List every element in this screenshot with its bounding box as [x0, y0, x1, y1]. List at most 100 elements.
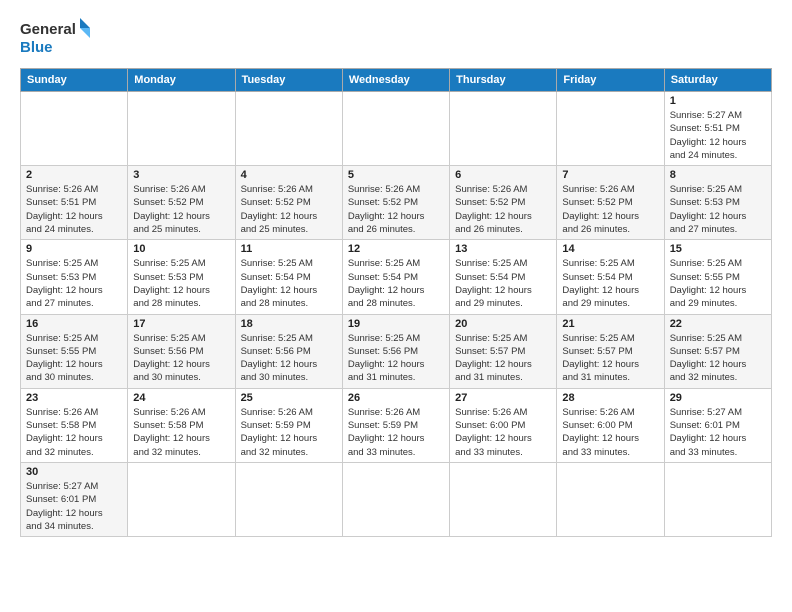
- calendar-cell: 28 Sunrise: 5:26 AM Sunset: 6:00 PM Dayli…: [557, 388, 664, 462]
- day-number: 14: [562, 243, 658, 255]
- day-number: 27: [455, 392, 551, 404]
- logo: General Blue: [20, 18, 90, 58]
- day-number: 11: [241, 243, 337, 255]
- calendar-cell: [557, 92, 664, 166]
- calendar-cell: [128, 92, 235, 166]
- day-info: Sunrise: 5:26 AM Sunset: 5:52 PM Dayligh…: [241, 183, 337, 236]
- day-info: Sunrise: 5:25 AM Sunset: 5:56 PM Dayligh…: [241, 332, 337, 385]
- calendar-cell: [450, 462, 557, 536]
- day-number: 25: [241, 392, 337, 404]
- day-info: Sunrise: 5:26 AM Sunset: 5:52 PM Dayligh…: [348, 183, 444, 236]
- day-info: Sunrise: 5:27 AM Sunset: 6:01 PM Dayligh…: [670, 406, 766, 459]
- day-number: 3: [133, 169, 229, 181]
- logo-icon: General Blue: [20, 18, 90, 58]
- day-number: 17: [133, 318, 229, 330]
- weekday-header-row: SundayMondayTuesdayWednesdayThursdayFrid…: [21, 69, 772, 92]
- calendar-cell: 15 Sunrise: 5:25 AM Sunset: 5:55 PM Dayli…: [664, 240, 771, 314]
- day-info: Sunrise: 5:25 AM Sunset: 5:53 PM Dayligh…: [133, 257, 229, 310]
- calendar-cell: 6 Sunrise: 5:26 AM Sunset: 5:52 PM Daylig…: [450, 166, 557, 240]
- day-info: Sunrise: 5:25 AM Sunset: 5:56 PM Dayligh…: [133, 332, 229, 385]
- day-number: 5: [348, 169, 444, 181]
- day-number: 22: [670, 318, 766, 330]
- day-number: 21: [562, 318, 658, 330]
- day-number: 1: [670, 95, 766, 107]
- calendar-cell: 20Sunrise: 5:25 AM Sunset: 5:57 PM Dayli…: [450, 314, 557, 388]
- weekday-monday: Monday: [128, 69, 235, 92]
- day-info: Sunrise: 5:26 AM Sunset: 5:52 PM Dayligh…: [562, 183, 658, 236]
- day-number: 28: [562, 392, 658, 404]
- day-info: Sunrise: 5:25 AM Sunset: 5:54 PM Dayligh…: [241, 257, 337, 310]
- calendar-cell: 1 Sunrise: 5:27 AM Sunset: 5:51 PM Daylig…: [664, 92, 771, 166]
- calendar-cell: [342, 462, 449, 536]
- day-number: 18: [241, 318, 337, 330]
- day-info: Sunrise: 5:25 AM Sunset: 5:55 PM Dayligh…: [670, 257, 766, 310]
- calendar-cell: 17 Sunrise: 5:25 AM Sunset: 5:56 PM Dayli…: [128, 314, 235, 388]
- day-info: Sunrise: 5:25 AM Sunset: 5:54 PM Dayligh…: [348, 257, 444, 310]
- day-number: 13: [455, 243, 551, 255]
- week-row: 16Sunrise: 5:25 AM Sunset: 5:55 PM Dayli…: [21, 314, 772, 388]
- day-info: Sunrise: 5:25 AM Sunset: 5:54 PM Dayligh…: [455, 257, 551, 310]
- weekday-saturday: Saturday: [664, 69, 771, 92]
- weekday-friday: Friday: [557, 69, 664, 92]
- header: General Blue: [20, 18, 772, 58]
- svg-text:Blue: Blue: [20, 39, 53, 56]
- day-number: 7: [562, 169, 658, 181]
- day-info: Sunrise: 5:25 AM Sunset: 5:53 PM Dayligh…: [670, 183, 766, 236]
- weekday-thursday: Thursday: [450, 69, 557, 92]
- calendar-cell: 8 Sunrise: 5:25 AM Sunset: 5:53 PM Daylig…: [664, 166, 771, 240]
- day-number: 15: [670, 243, 766, 255]
- calendar-cell: 27 Sunrise: 5:26 AM Sunset: 6:00 PM Dayli…: [450, 388, 557, 462]
- weekday-tuesday: Tuesday: [235, 69, 342, 92]
- day-info: Sunrise: 5:26 AM Sunset: 5:59 PM Dayligh…: [241, 406, 337, 459]
- svg-text:General: General: [20, 21, 76, 38]
- day-number: 8: [670, 169, 766, 181]
- calendar-cell: 26Sunrise: 5:26 AM Sunset: 5:59 PM Dayli…: [342, 388, 449, 462]
- calendar-cell: 14Sunrise: 5:25 AM Sunset: 5:54 PM Dayli…: [557, 240, 664, 314]
- calendar-cell: [128, 462, 235, 536]
- day-info: Sunrise: 5:27 AM Sunset: 6:01 PM Dayligh…: [26, 480, 122, 533]
- day-number: 29: [670, 392, 766, 404]
- day-number: 4: [241, 169, 337, 181]
- day-info: Sunrise: 5:26 AM Sunset: 5:58 PM Dayligh…: [26, 406, 122, 459]
- calendar-cell: 11 Sunrise: 5:25 AM Sunset: 5:54 PM Dayli…: [235, 240, 342, 314]
- calendar-cell: [557, 462, 664, 536]
- day-info: Sunrise: 5:25 AM Sunset: 5:55 PM Dayligh…: [26, 332, 122, 385]
- calendar-cell: 22 Sunrise: 5:25 AM Sunset: 5:57 PM Dayli…: [664, 314, 771, 388]
- day-number: 2: [26, 169, 122, 181]
- day-number: 23: [26, 392, 122, 404]
- week-row: 1 Sunrise: 5:27 AM Sunset: 5:51 PM Daylig…: [21, 92, 772, 166]
- calendar-cell: 25 Sunrise: 5:26 AM Sunset: 5:59 PM Dayli…: [235, 388, 342, 462]
- calendar-cell: [235, 92, 342, 166]
- day-info: Sunrise: 5:26 AM Sunset: 5:59 PM Dayligh…: [348, 406, 444, 459]
- calendar-cell: 3 Sunrise: 5:26 AM Sunset: 5:52 PM Daylig…: [128, 166, 235, 240]
- day-info: Sunrise: 5:26 AM Sunset: 5:51 PM Dayligh…: [26, 183, 122, 236]
- day-info: Sunrise: 5:25 AM Sunset: 5:56 PM Dayligh…: [348, 332, 444, 385]
- calendar-cell: [342, 92, 449, 166]
- day-info: Sunrise: 5:25 AM Sunset: 5:57 PM Dayligh…: [562, 332, 658, 385]
- day-info: Sunrise: 5:26 AM Sunset: 6:00 PM Dayligh…: [562, 406, 658, 459]
- calendar-cell: 19 Sunrise: 5:25 AM Sunset: 5:56 PM Dayli…: [342, 314, 449, 388]
- calendar-cell: 9 Sunrise: 5:25 AM Sunset: 5:53 PM Daylig…: [21, 240, 128, 314]
- day-info: Sunrise: 5:25 AM Sunset: 5:57 PM Dayligh…: [455, 332, 551, 385]
- day-number: 9: [26, 243, 122, 255]
- calendar-cell: 2 Sunrise: 5:26 AM Sunset: 5:51 PM Daylig…: [21, 166, 128, 240]
- day-number: 30: [26, 466, 122, 478]
- day-info: Sunrise: 5:27 AM Sunset: 5:51 PM Dayligh…: [670, 109, 766, 162]
- day-number: 6: [455, 169, 551, 181]
- calendar-cell: [450, 92, 557, 166]
- calendar-table: SundayMondayTuesdayWednesdayThursdayFrid…: [20, 68, 772, 537]
- week-row: 23 Sunrise: 5:26 AM Sunset: 5:58 PM Dayli…: [21, 388, 772, 462]
- day-info: Sunrise: 5:26 AM Sunset: 5:52 PM Dayligh…: [133, 183, 229, 236]
- calendar-cell: 18 Sunrise: 5:25 AM Sunset: 5:56 PM Dayli…: [235, 314, 342, 388]
- day-number: 19: [348, 318, 444, 330]
- day-info: Sunrise: 5:26 AM Sunset: 6:00 PM Dayligh…: [455, 406, 551, 459]
- calendar-cell: [21, 92, 128, 166]
- week-row: 30 Sunrise: 5:27 AM Sunset: 6:01 PM Dayli…: [21, 462, 772, 536]
- calendar-cell: [235, 462, 342, 536]
- calendar-cell: 24Sunrise: 5:26 AM Sunset: 5:58 PM Dayli…: [128, 388, 235, 462]
- day-info: Sunrise: 5:25 AM Sunset: 5:57 PM Dayligh…: [670, 332, 766, 385]
- calendar-cell: 23 Sunrise: 5:26 AM Sunset: 5:58 PM Dayli…: [21, 388, 128, 462]
- day-number: 10: [133, 243, 229, 255]
- day-info: Sunrise: 5:25 AM Sunset: 5:53 PM Dayligh…: [26, 257, 122, 310]
- day-info: Sunrise: 5:26 AM Sunset: 5:52 PM Dayligh…: [455, 183, 551, 236]
